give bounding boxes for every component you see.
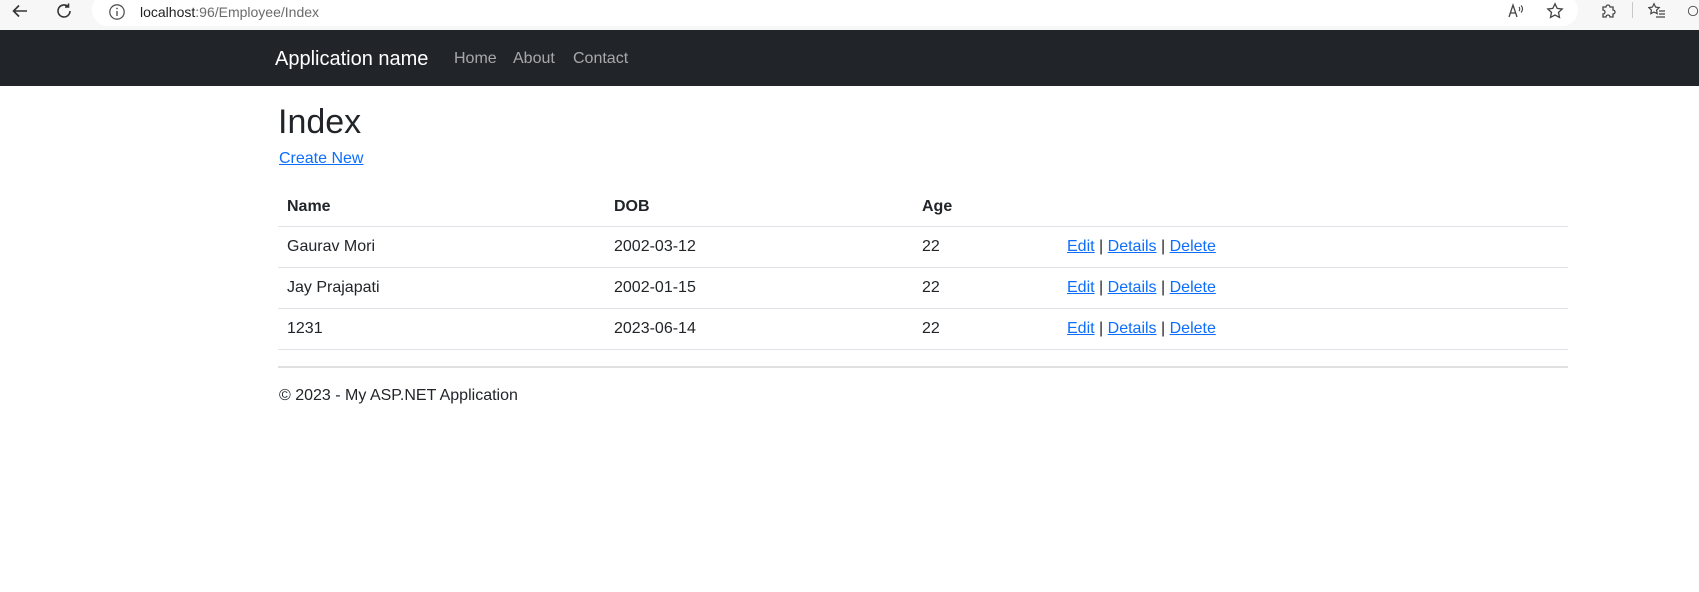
action-separator: | (1099, 320, 1104, 337)
url-host: localhost (140, 4, 196, 20)
action-separator: | (1099, 238, 1104, 255)
footer-divider (278, 366, 1568, 368)
edit-link[interactable]: Edit (1067, 279, 1095, 296)
table-row: Gaurav Mori 2002-03-12 22 Edit | Details… (278, 227, 1568, 268)
cell-dob: 2002-03-12 (614, 238, 696, 255)
employee-table: Name DOB Age Gaurav Mori 2002-03-12 22 E… (278, 187, 1568, 350)
cell-dob: 2023-06-14 (614, 320, 696, 337)
delete-link[interactable]: Delete (1170, 279, 1216, 296)
row-actions: Edit | Details | Delete (1067, 238, 1216, 256)
page-title: Index (278, 103, 362, 141)
action-separator: | (1161, 279, 1166, 296)
profile-icon[interactable] (1687, 0, 1699, 22)
action-separator: | (1161, 238, 1166, 255)
cell-age: 22 (922, 238, 940, 255)
table-header: Name DOB Age (278, 187, 1568, 227)
url-path: :96/Employee/Index (195, 4, 320, 20)
action-separator: | (1161, 320, 1166, 337)
toolbar-divider (1632, 2, 1633, 18)
cell-age: 22 (922, 320, 940, 337)
back-arrow-icon[interactable] (8, 0, 32, 22)
cell-name: Gaurav Mori (287, 238, 376, 255)
row-actions: Edit | Details | Delete (1067, 279, 1216, 297)
nav-link-about[interactable]: About (513, 50, 555, 68)
browser-toolbar: localhost:96/Employee/Index (0, 0, 1699, 30)
favorite-star-icon[interactable] (1543, 0, 1567, 22)
nav-link-contact[interactable]: Contact (573, 50, 628, 68)
create-new-link[interactable]: Create New (279, 150, 363, 168)
site-navbar: Application name Home About Contact (0, 30, 1699, 86)
table-row: Jay Prajapati 2002-01-15 22 Edit | Detai… (278, 268, 1568, 309)
cell-age: 22 (922, 279, 940, 296)
favorites-list-icon[interactable] (1645, 0, 1669, 22)
navbar-brand[interactable]: Application name (275, 48, 428, 70)
details-link[interactable]: Details (1108, 238, 1157, 255)
table-row: 1231 2023-06-14 22 Edit | Details | Dele… (278, 309, 1568, 350)
delete-link[interactable]: Delete (1170, 238, 1216, 255)
action-separator: | (1099, 279, 1104, 296)
cell-name: Jay Prajapati (287, 279, 380, 296)
reload-icon[interactable] (52, 0, 76, 22)
row-actions: Edit | Details | Delete (1067, 320, 1216, 338)
footer-text: © 2023 - My ASP.NET Application (279, 387, 518, 404)
site-info-icon[interactable] (108, 3, 126, 21)
extensions-icon[interactable] (1596, 0, 1620, 22)
header-name: Name (287, 198, 331, 215)
header-dob: DOB (614, 198, 650, 215)
details-link[interactable]: Details (1108, 279, 1157, 296)
cell-dob: 2002-01-15 (614, 279, 696, 296)
edit-link[interactable]: Edit (1067, 320, 1095, 337)
nav-link-home[interactable]: Home (454, 50, 497, 68)
details-link[interactable]: Details (1108, 320, 1157, 337)
edit-link[interactable]: Edit (1067, 238, 1095, 255)
read-aloud-icon[interactable] (1504, 0, 1528, 22)
url-text[interactable]: localhost:96/Employee/Index (140, 3, 319, 21)
header-age: Age (922, 198, 953, 215)
delete-link[interactable]: Delete (1170, 320, 1216, 337)
address-bar[interactable]: localhost:96/Employee/Index (92, 0, 1578, 26)
cell-name: 1231 (287, 320, 323, 337)
